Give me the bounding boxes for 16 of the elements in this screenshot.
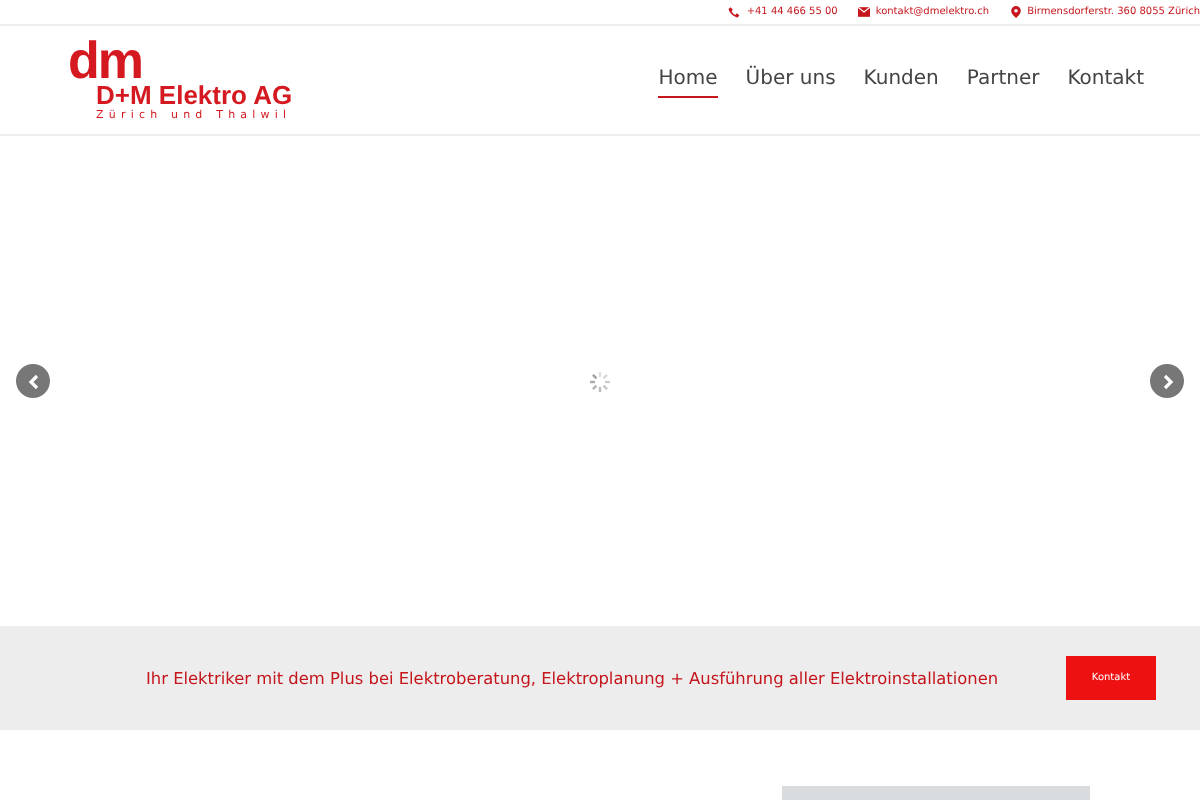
previous-slide-button[interactable] — [16, 364, 50, 398]
banner-text: Ihr Elektriker mit dem Plus bei Elektroberatung, Elektroplanung + Ausführung aller Elektroinstallationen — [146, 668, 999, 688]
next-slide-button[interactable] — [1150, 364, 1184, 398]
phone-icon — [728, 6, 741, 18]
chevron-left-icon — [27, 373, 39, 389]
nav-link[interactable]: Kontakt — [1067, 62, 1144, 98]
nav-link[interactable]: Kunden — [863, 62, 939, 98]
map-pin-icon — [1009, 6, 1022, 18]
loading-spinner-icon — [586, 367, 614, 395]
logo-mark[interactable]: dm — [68, 38, 293, 82]
nav-link[interactable]: Über uns — [745, 62, 836, 98]
chevron-right-icon — [1161, 373, 1173, 389]
company-name[interactable]: D+M Elektro AG — [96, 82, 293, 110]
envelope-icon — [857, 6, 870, 18]
nav-link[interactable]: Partner — [966, 62, 1040, 98]
nav-link[interactable]: Home — [658, 62, 718, 98]
